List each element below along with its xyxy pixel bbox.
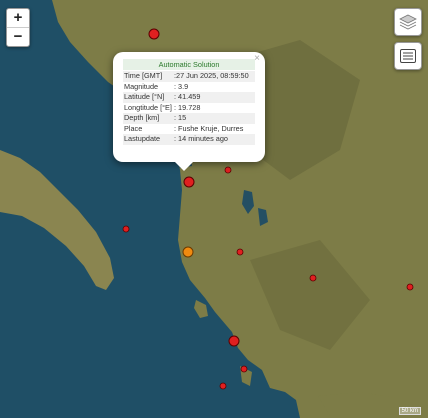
row-key: Longtitude [°E]	[124, 102, 172, 112]
quake-marker[interactable]	[219, 382, 227, 390]
quake-marker[interactable]	[228, 335, 240, 347]
table-row: Magnitude : 3.9	[123, 82, 255, 93]
popup-close-button[interactable]: ×	[254, 53, 260, 64]
earthquake-popup: × Automatic Solution Time [GMT]:27 Jun 2…	[113, 52, 265, 171]
table-row: Place : Fushe Kruje, Durres	[123, 124, 255, 135]
zoom-control: + −	[6, 8, 30, 47]
row-key: Latitude [°N]	[123, 92, 173, 103]
row-key: Lastupdate	[123, 134, 173, 145]
row-key: Place	[124, 123, 143, 133]
row-value: : Fushe Kruje, Durres	[174, 123, 244, 133]
row-key: Magnitude	[124, 81, 159, 91]
quake-marker[interactable]	[122, 225, 130, 233]
row-key: Depth [km]	[123, 113, 173, 124]
event-list-button[interactable]	[394, 42, 422, 70]
table-row: Lastupdate: 14 minutes ago	[123, 134, 255, 145]
quake-marker[interactable]	[236, 248, 244, 256]
row-value: : 14 minutes ago	[173, 134, 255, 145]
popup-details-table: Time [GMT]:27 Jun 2025, 08:59:50 Magnitu…	[123, 71, 255, 145]
row-value: : 3.9	[174, 81, 189, 91]
row-value: : 41.459	[173, 92, 255, 103]
table-row: Depth [km]: 15	[123, 113, 255, 124]
table-row: Time [GMT]:27 Jun 2025, 08:59:50	[123, 71, 255, 82]
row-value: :27 Jun 2025, 08:59:50	[173, 71, 255, 82]
quake-marker[interactable]	[240, 365, 248, 373]
quake-marker[interactable]	[148, 28, 160, 40]
quake-marker-selected[interactable]	[183, 176, 195, 188]
table-row: Latitude [°N]: 41.459	[123, 92, 255, 103]
list-icon	[400, 49, 416, 63]
row-value: : 15	[173, 113, 255, 124]
row-key: Time [GMT]	[123, 71, 173, 82]
quake-marker[interactable]	[406, 283, 414, 291]
popup-title: Automatic Solution	[123, 59, 255, 70]
layers-icon	[399, 14, 417, 30]
zoom-out-button[interactable]: −	[7, 27, 29, 46]
quake-marker-orange[interactable]	[182, 246, 194, 258]
table-row: Longtitude [°E]: 19.728	[123, 103, 255, 114]
layers-button[interactable]	[394, 8, 422, 36]
quake-marker[interactable]	[224, 166, 232, 174]
quake-marker[interactable]	[309, 274, 317, 282]
zoom-in-button[interactable]: +	[7, 9, 29, 27]
scale-bar: 50 km	[398, 407, 421, 415]
row-value: : 19.728	[174, 102, 201, 112]
